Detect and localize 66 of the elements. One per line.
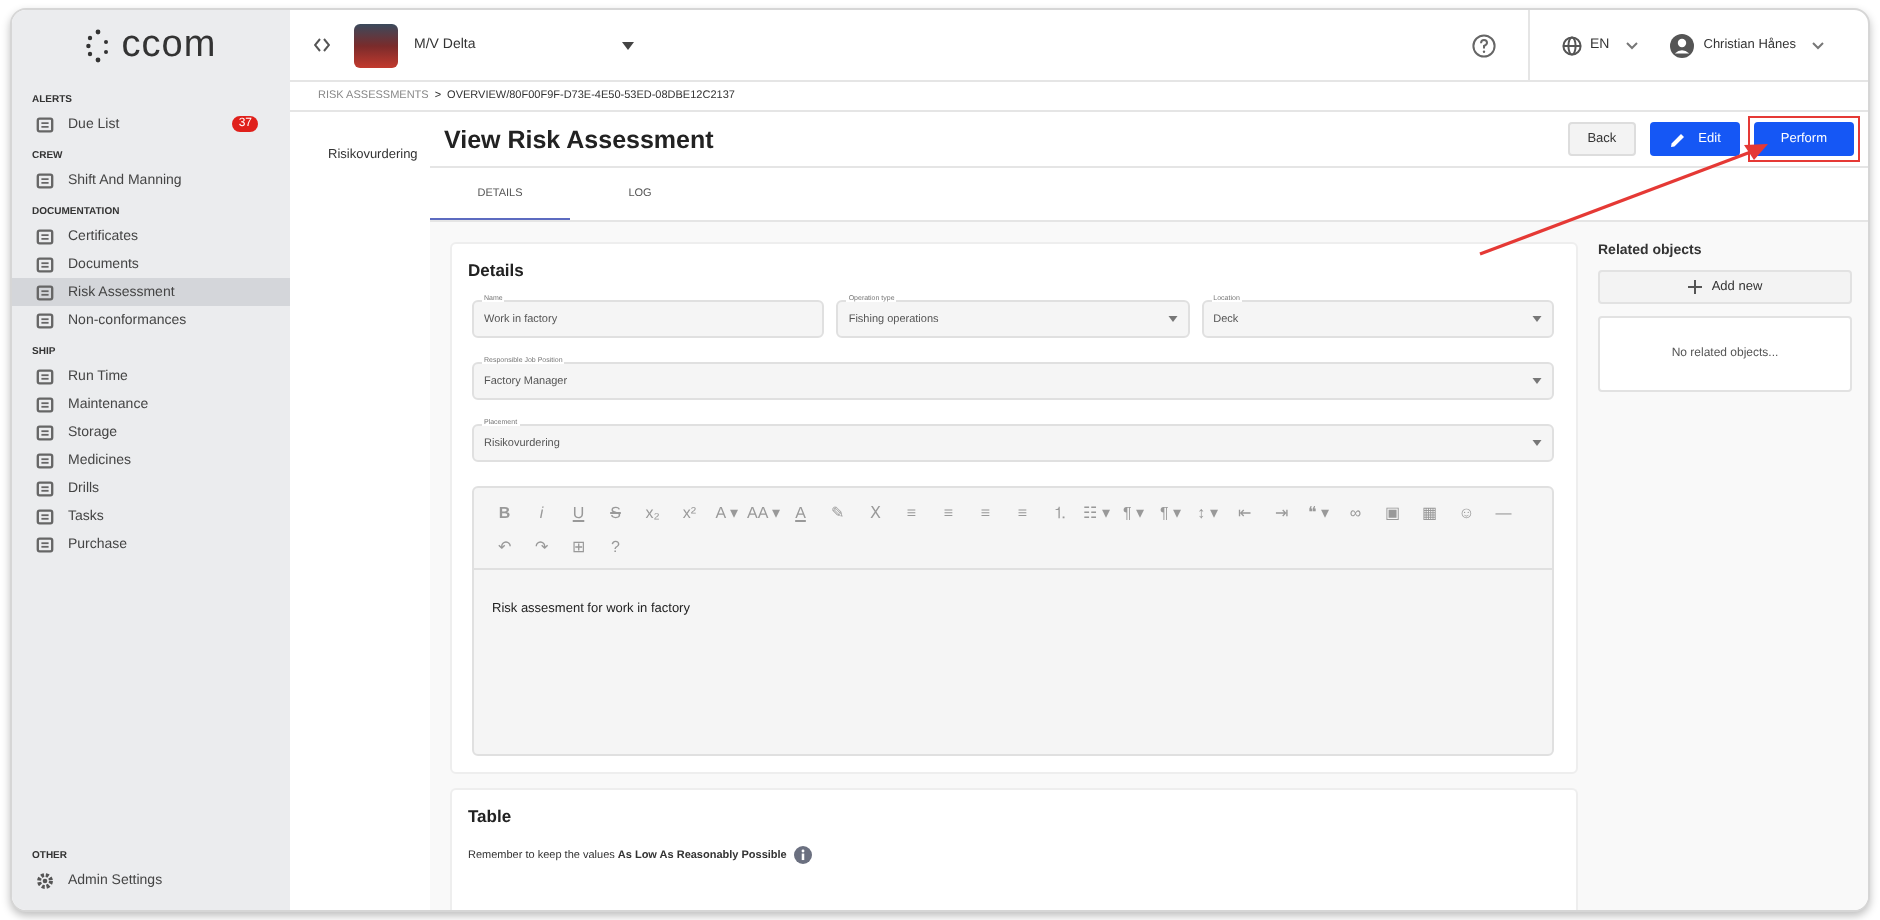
menu-item-icon (36, 479, 54, 497)
toolbar-button[interactable]: ☺ (1448, 498, 1485, 526)
toolbar-button[interactable]: ⒈ (1041, 498, 1078, 526)
collapse-icon[interactable] (314, 38, 330, 52)
settings-icon (36, 871, 54, 889)
toolbar-button[interactable]: ▦ (1411, 498, 1448, 526)
menu-item-icon (36, 507, 54, 525)
toolbar-button[interactable]: ☷ ▾ (1078, 498, 1115, 526)
toolbar-button[interactable]: — (1485, 498, 1522, 526)
caret-icon (1532, 440, 1542, 446)
card-title: Details (468, 260, 526, 280)
toolbar-button[interactable]: ≡ (1004, 498, 1041, 526)
toolbar-button[interactable]: B (486, 498, 523, 526)
toolbar-button[interactable]: ≡ (893, 498, 930, 526)
toolbar-button[interactable]: x² (671, 498, 708, 526)
toolbar-button[interactable]: AA ▾ (745, 498, 782, 526)
globe-icon[interactable] (1562, 35, 1583, 55)
logo-text: ccom (121, 24, 217, 68)
menu-item-icon (36, 171, 54, 189)
toolbar-button[interactable]: ❝ ▾ (1300, 498, 1337, 526)
toolbar-button[interactable]: ✎ (819, 498, 856, 526)
toolbar-button[interactable]: S (597, 498, 634, 526)
menu-item-icon (36, 367, 54, 385)
toolbar-button[interactable]: ¶ ▾ (1152, 498, 1189, 526)
toolbar-button[interactable]: ∞ (1337, 498, 1374, 526)
plus-icon (1687, 280, 1702, 294)
toolbar-button[interactable]: U (560, 498, 597, 526)
pencil-icon (1670, 131, 1687, 147)
menu-item-icon (36, 451, 54, 469)
menu-item-icon (36, 227, 54, 245)
menu-item-icon (36, 535, 54, 553)
help-icon[interactable] (1472, 33, 1497, 57)
logo-dots-icon (85, 28, 110, 64)
avatar-icon[interactable] (1669, 33, 1694, 57)
toolbar-button[interactable]: ≡ (930, 498, 967, 526)
menu-item-icon (36, 115, 54, 133)
caret-icon (1167, 316, 1178, 322)
toolbar-button[interactable]: ⇥ (1263, 498, 1300, 526)
toolbar-button[interactable]: x₂ (634, 498, 671, 526)
card-title: Table (468, 806, 514, 826)
toolbar-button[interactable]: ≡ (967, 498, 1004, 526)
menu-item-icon (36, 255, 54, 273)
toolbar-button[interactable]: Ⅹ (856, 498, 893, 526)
caret-icon[interactable] (622, 41, 634, 49)
toolbar-button[interactable]: i (523, 498, 560, 526)
page-title: View Risk Assessment (444, 125, 716, 153)
toolbar-button[interactable]: ⊞ (560, 532, 597, 560)
caret-icon (1531, 316, 1542, 322)
toolbar-button[interactable]: A ▾ (708, 498, 745, 526)
menu-item-icon (36, 395, 54, 413)
toolbar-button[interactable]: ↕ ▾ (1189, 498, 1226, 526)
toolbar-button[interactable]: A (782, 498, 819, 526)
photo-placeholder (354, 23, 398, 67)
chevron-down-icon[interactable] (1812, 41, 1824, 49)
menu-item-icon (36, 423, 54, 441)
chevron-down-icon[interactable] (1625, 41, 1638, 49)
menu-item-icon (36, 283, 54, 301)
menu-item-icon (36, 311, 54, 329)
info-icon[interactable] (794, 846, 813, 864)
caret-icon (1532, 378, 1542, 384)
toolbar-button[interactable]: ? (597, 532, 634, 560)
toolbar-button[interactable]: ↶ (486, 532, 523, 560)
toolbar-button[interactable]: ↷ (523, 532, 560, 560)
toolbar-button[interactable]: ▣ (1374, 498, 1411, 526)
toolbar-button[interactable]: ¶ ▾ (1115, 498, 1152, 526)
toolbar-button[interactable]: ⇤ (1226, 498, 1263, 526)
